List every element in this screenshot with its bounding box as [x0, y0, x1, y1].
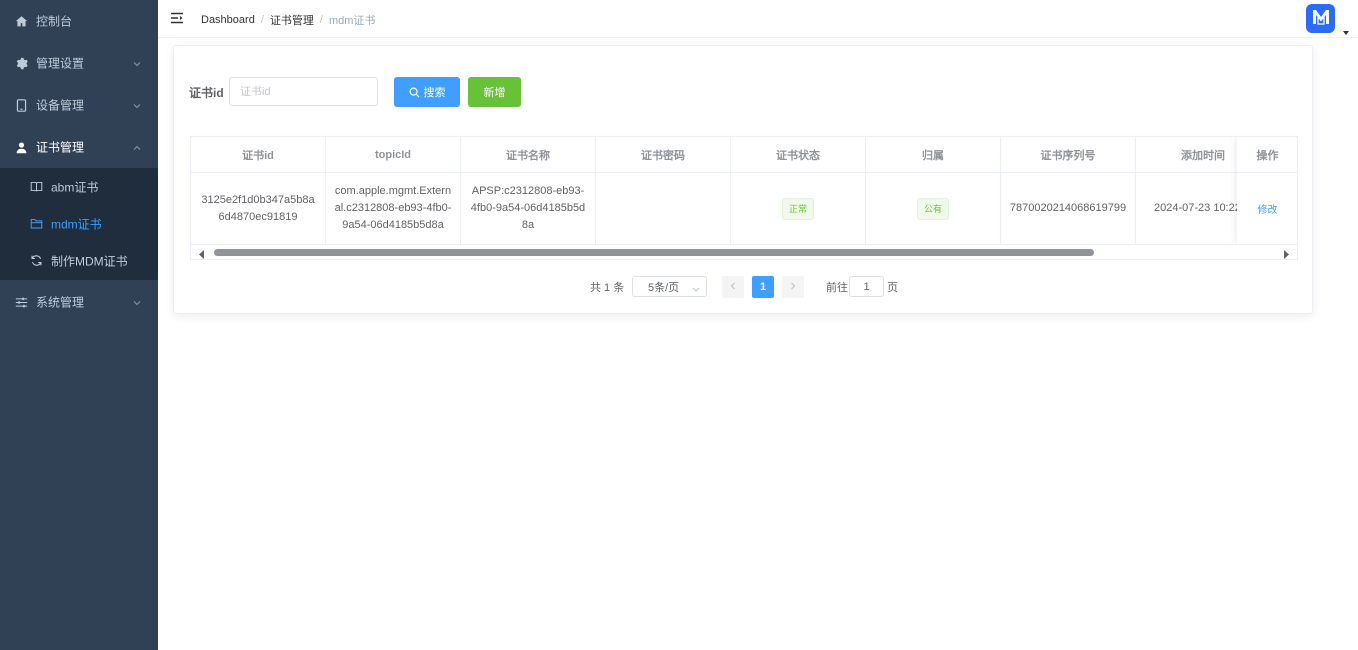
cell-cert-name: APSP:c2312808-eb93-4fb0-9a54-06d4185b5d8…: [461, 173, 596, 244]
table-row: 3125e2f1d0b347a5b8a6d4870ec91819 com.app…: [191, 173, 1271, 244]
cell-owner: 公有: [866, 173, 1001, 244]
page-size-select[interactable]: 5条/页: [632, 276, 707, 297]
col-topic-id: topicId: [326, 137, 461, 172]
scrollbar-thumb[interactable]: [214, 249, 1094, 256]
sidebar-item-label: 管理设置: [36, 56, 85, 71]
hamburger-icon[interactable]: [170, 11, 184, 25]
breadcrumb: Dashboard / 证书管理 / mdm证书: [201, 12, 375, 28]
table-header: 证书id topicId 证书名称 证书密码 证书状态 归属 证书序列号 添加时…: [191, 137, 1271, 173]
col-serial: 证书序列号: [1001, 137, 1136, 172]
sidebar-item-settings[interactable]: 管理设置: [0, 42, 158, 84]
chevron-down-icon: [132, 297, 142, 307]
book-icon: [29, 180, 43, 194]
cell-serial: 7870020214068619799: [1001, 173, 1136, 244]
col-owner: 归属: [866, 137, 1001, 172]
chevron-down-icon: [132, 58, 142, 68]
status-badge: 正常: [781, 197, 814, 220]
col-cert-status: 证书状态: [731, 137, 866, 172]
edit-link[interactable]: 修改: [1237, 173, 1297, 244]
page-suffix: 页: [887, 282, 898, 294]
search-input[interactable]: [229, 77, 378, 106]
chevron-down-icon: [132, 100, 142, 110]
sidebar-item-dashboard[interactable]: 控制台: [0, 0, 158, 42]
sidebar-subitem-abm[interactable]: abm证书: [0, 168, 158, 205]
sidebar-item-system[interactable]: 系统管理: [0, 281, 158, 323]
cert-table: 证书id topicId 证书名称 证书密码 证书状态 归属 证书序列号 添加时…: [190, 136, 1298, 260]
home-icon: [14, 14, 28, 28]
user-icon: [14, 140, 28, 154]
caret-down-icon[interactable]: [1343, 24, 1349, 35]
prev-page-button[interactable]: [722, 276, 744, 298]
add-button[interactable]: 新增: [468, 77, 521, 107]
search-icon: [409, 87, 420, 98]
sidebar-item-label: 控制台: [36, 14, 73, 29]
sidebar-item-label: 系统管理: [36, 295, 85, 310]
breadcrumb-certificates[interactable]: 证书管理: [270, 12, 314, 28]
breadcrumb-separator: /: [260, 14, 264, 26]
col-cert-name: 证书名称: [461, 137, 596, 172]
sidebar-subitem-label: mdm证书: [51, 217, 102, 231]
sidebar-item-certificates[interactable]: 证书管理: [0, 126, 158, 168]
avatar[interactable]: [1306, 4, 1335, 33]
search-button-label: 搜索: [423, 87, 446, 99]
main-card: 证书id 搜索 新增 证书id topicId 证书名称 证书密码 证书状态 归…: [173, 45, 1313, 314]
next-page-button[interactable]: [782, 276, 804, 298]
goto-label: 前往: [826, 282, 848, 294]
gear-icon: [14, 56, 28, 70]
chevron-down-icon: [692, 284, 700, 292]
breadcrumb-current: mdm证书: [328, 15, 376, 27]
submenu-certificates: abm证书 mdm证书 制作MDM证书: [0, 168, 158, 280]
goto-page-input[interactable]: [849, 276, 884, 297]
cell-cert-password: [596, 173, 731, 244]
sidebar-subitem-label: abm证书: [51, 180, 99, 194]
tablet-icon: [14, 98, 28, 112]
horizontal-scrollbar[interactable]: [191, 244, 1297, 259]
chevron-up-icon: [132, 142, 142, 152]
sidebar: 控制台 管理设置 设备管理 证书管理 abm证书 mdm证书 制作MDM证书 系…: [0, 0, 158, 650]
breadcrumb-separator: /: [319, 14, 323, 26]
breadcrumb-dashboard[interactable]: Dashboard: [201, 14, 255, 26]
search-label: 证书id: [189, 86, 224, 100]
sidebar-item-devices[interactable]: 设备管理: [0, 84, 158, 126]
sidebar-item-label: 设备管理: [36, 98, 85, 113]
col-action: 操作: [1237, 137, 1297, 173]
chevron-left-icon: [729, 281, 737, 293]
sidebar-subitem-mdm[interactable]: mdm证书: [0, 205, 158, 242]
page-size-value: 5条/页: [648, 281, 680, 294]
refresh-icon: [29, 254, 43, 268]
scroll-left-icon[interactable]: [198, 248, 206, 259]
chevron-right-icon: [789, 281, 797, 293]
page-number-1[interactable]: 1: [752, 276, 774, 298]
app-logo-icon: [1311, 7, 1331, 30]
top-navbar: Dashboard / 证书管理 / mdm证书: [158, 0, 1358, 38]
pagination-total: 共 1 条: [590, 282, 625, 294]
sliders-icon: [14, 295, 28, 309]
scroll-right-icon[interactable]: [1282, 248, 1290, 259]
sidebar-subitem-make-mdm[interactable]: 制作MDM证书: [0, 242, 158, 279]
col-cert-id: 证书id: [191, 137, 326, 172]
add-button-label: 新增: [483, 87, 506, 99]
folder-icon: [29, 217, 43, 231]
sidebar-item-label: 证书管理: [36, 140, 85, 155]
fixed-action-column: 操作 修改: [1237, 137, 1297, 244]
cell-status: 正常: [731, 173, 866, 244]
cell-topic-id: com.apple.mgmt.External.c2312808-eb93-4f…: [326, 173, 461, 244]
sidebar-subitem-label: 制作MDM证书: [51, 254, 128, 268]
cell-cert-id: 3125e2f1d0b347a5b8a6d4870ec91819: [191, 173, 326, 244]
col-cert-password: 证书密码: [596, 137, 731, 172]
owner-badge: 公有: [916, 197, 949, 220]
search-button[interactable]: 搜索: [394, 77, 460, 107]
